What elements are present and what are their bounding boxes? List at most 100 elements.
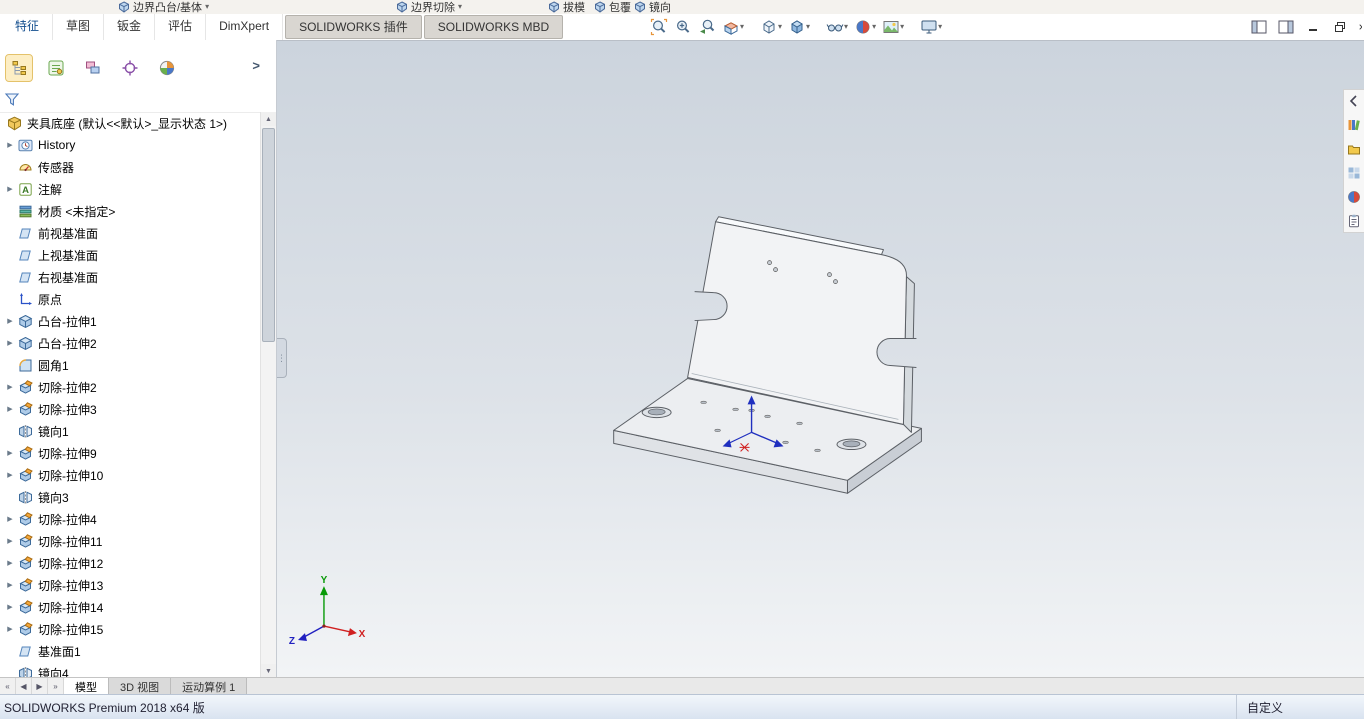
appearances-button[interactable] [1347,190,1361,204]
scroll-up-arrow-icon[interactable]: ▲ [261,112,276,126]
filter-funnel-icon[interactable] [4,92,20,107]
document-tab[interactable]: 模型 [64,678,109,695]
tree-item[interactable]: ▶ 凸台-拉伸2 [0,332,260,354]
view-settings-button[interactable]: ▾ [918,16,944,38]
commandmanager-tab[interactable]: SOLIDWORKS 插件 [285,15,422,39]
view-palette-button[interactable] [1347,166,1361,180]
expand-arrow-icon[interactable]: ▶ [3,559,17,567]
tree-item[interactable]: ▶ 切除-拉伸11 [0,530,260,552]
zoom-area-button[interactable] [672,16,694,38]
restore-button[interactable] [1331,19,1349,35]
tree-item[interactable]: ▶ 切除-拉伸4 [0,508,260,530]
scrollbar-thumb[interactable] [262,128,275,342]
custom-properties-button[interactable] [1347,214,1361,228]
customize-status-cell[interactable]: 自定义 [1236,695,1364,719]
sheet-nav-last-button[interactable]: » [48,678,64,695]
tree-item[interactable]: 上视基准面 [0,244,260,266]
expand-arrow-icon[interactable]: ▶ [3,383,17,391]
configuration-manager-tab[interactable] [80,55,106,81]
tree-item[interactable]: ▶ 切除-拉伸14 [0,596,260,618]
pane-left-button[interactable] [1250,19,1268,35]
tree-item[interactable]: ▶ History [0,134,260,156]
commandmanager-tab[interactable]: 草图 [53,14,105,40]
tree-item[interactable]: 镜向1 [0,420,260,442]
commandmanager-tab[interactable]: SOLIDWORKS MBD [423,15,564,39]
tree-item[interactable]: 传感器 [0,156,260,178]
tree-item[interactable]: ▶ A 注解 [0,178,260,200]
tree-item[interactable]: 材质 <未指定> [0,200,260,222]
document-tab[interactable]: 3D 视图 [109,678,172,695]
pane-right-button[interactable] [1277,19,1295,35]
expand-arrow-icon[interactable]: ▶ [3,625,17,633]
model-canvas[interactable]: Y X Z [277,41,1364,678]
display-manager-tab[interactable] [154,55,180,81]
ribbon-button-fragment[interactable]: 边界切除 ▾ [396,0,462,14]
commandmanager-tab[interactable]: 特征 [2,14,54,40]
part-model[interactable] [613,216,922,494]
zoom-fit-button[interactable] [648,16,670,38]
expand-arrow-icon[interactable]: ▶ [3,141,17,149]
commandmanager-tab[interactable]: 评估 [155,14,207,40]
expand-arrow-icon[interactable]: ▶ [3,317,17,325]
expand-arrow-icon[interactable]: ▶ [3,405,17,413]
ribbon-button-fragment[interactable]: 镜向 [634,0,671,14]
expand-arrow-icon[interactable]: ▶ [3,449,17,457]
dimxpert-manager-tab[interactable] [117,55,143,81]
close-button[interactable] [1358,19,1362,35]
tree-item[interactable]: ▶ 切除-拉伸15 [0,618,260,640]
document-tab[interactable]: 运动算例 1 [171,678,248,695]
counterbore-hole[interactable] [641,406,672,419]
property-manager-tab[interactable] [43,55,69,81]
expand-arrow-icon[interactable]: ▶ [3,471,17,479]
commandmanager-tab[interactable]: 钣金 [104,14,156,40]
display-style-button[interactable]: ▾ [786,16,812,38]
ribbon-button-fragment[interactable]: 包覆 [594,0,631,14]
tree-item-label: 注解 [38,182,63,197]
commandmanager-tab[interactable]: DimXpert [206,14,284,40]
expand-arrow-icon[interactable]: ▶ [3,339,17,347]
sheet-nav-next-button[interactable]: ▶ [32,678,48,695]
previous-view-button[interactable] [696,16,718,38]
edit-appearance-button[interactable]: ▾ [852,16,878,38]
expand-arrow-icon[interactable]: ▶ [3,537,17,545]
expand-arrow-icon[interactable]: ▶ [3,603,17,611]
tree-item[interactable]: 圆角1 [0,354,260,376]
expand-arrow-icon[interactable]: ▶ [3,515,17,523]
expand-arrow-icon[interactable]: ▶ [3,581,17,589]
tree-item[interactable]: 前视基准面 [0,222,260,244]
tree-item[interactable]: 镜向3 [0,486,260,508]
tree-scrollbar[interactable]: ▲ ▼ [260,112,276,678]
design-library-button[interactable] [1347,118,1361,132]
apply-scene-button[interactable]: ▾ [880,16,906,38]
sheet-nav-prev-button[interactable]: ◀ [16,678,32,695]
tree-item[interactable]: ▶ 切除-拉伸13 [0,574,260,596]
tree-item[interactable]: ▶ 切除-拉伸10 [0,464,260,486]
tree-item[interactable]: 夹具底座 (默认<<默认>_显示状态 1>) [0,112,260,134]
tree-item[interactable]: 原点 [0,288,260,310]
counterbore-hole[interactable] [836,438,867,451]
tree-item[interactable]: ▶ 切除-拉伸2 [0,376,260,398]
panel-expand-chevron[interactable]: > [252,58,260,73]
ribbon-button-fragment[interactable]: 拔模 [548,0,585,14]
tree-item[interactable]: ▶ 切除-拉伸9 [0,442,260,464]
sheet-nav-first-button[interactable]: « [0,678,16,695]
feature-manager-tab[interactable] [5,54,33,82]
hide-show-items-button[interactable]: ▾ [824,16,850,38]
tree-item[interactable]: 镜向4 [0,662,260,678]
tree-item[interactable]: ▶ 切除-拉伸12 [0,552,260,574]
ribbon-button-label: 拔模 [563,2,585,14]
scroll-down-arrow-icon[interactable]: ▼ [261,664,276,678]
panel-splitter-handle[interactable]: ⋮ [277,338,287,378]
view-orientation-button[interactable]: ▾ [758,16,784,38]
collapse-arrow-button[interactable] [1347,94,1361,108]
graphics-area[interactable]: Y X Z ⋮ [277,40,1364,678]
minimize-button[interactable] [1304,19,1322,35]
ribbon-button-fragment[interactable]: 边界凸台/基体 ▾ [118,0,209,14]
tree-item[interactable]: 基准面1 [0,640,260,662]
tree-item[interactable]: ▶ 凸台-拉伸1 [0,310,260,332]
file-explorer-button[interactable] [1347,142,1361,156]
section-view-button[interactable]: ▾ [720,16,746,38]
tree-item[interactable]: 右视基准面 [0,266,260,288]
tree-item[interactable]: ▶ 切除-拉伸3 [0,398,260,420]
expand-arrow-icon[interactable]: ▶ [3,185,17,193]
